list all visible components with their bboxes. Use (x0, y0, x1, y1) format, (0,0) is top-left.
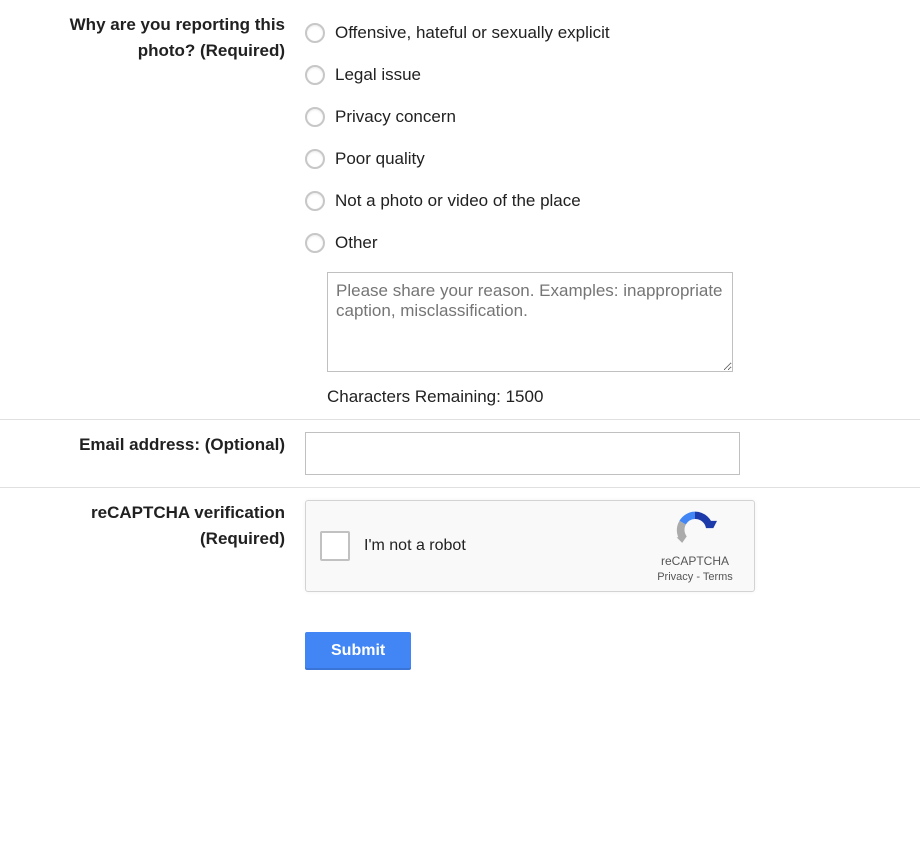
recaptcha-label-col: reCAPTCHA verification (Required) (0, 500, 305, 690)
email-input-col (305, 432, 920, 475)
recaptcha-brand: reCAPTCHA Privacy - Terms (650, 508, 740, 584)
reason-label: Why are you reporting this photo? (Requi… (40, 12, 285, 63)
email-input[interactable] (305, 432, 740, 475)
char-remaining-text: Characters Remaining: 1500 (327, 387, 880, 407)
submit-button[interactable]: Submit (305, 632, 411, 670)
recaptcha-section: reCAPTCHA verification (Required) I'm no… (0, 487, 920, 702)
radio-row-legal[interactable]: Legal issue (305, 54, 880, 96)
email-label: Email address: (Optional) (40, 432, 285, 458)
radio-offensive-label[interactable]: Offensive, hateful or sexually explicit (335, 23, 610, 43)
email-label-col: Email address: (Optional) (0, 432, 305, 475)
recaptcha-brand-text: reCAPTCHA (650, 554, 740, 570)
radio-quality[interactable] (305, 149, 325, 169)
radio-notaphoto[interactable] (305, 191, 325, 211)
radio-legal-label[interactable]: Legal issue (335, 65, 421, 85)
recaptcha-terms-link[interactable]: Terms (703, 571, 733, 583)
radio-notaphoto-label[interactable]: Not a photo or video of the place (335, 191, 581, 211)
reason-section: Why are you reporting this photo? (Requi… (0, 0, 920, 419)
radio-other-label[interactable]: Other (335, 233, 378, 253)
reason-label-col: Why are you reporting this photo? (Requi… (0, 12, 305, 407)
recaptcha-label: reCAPTCHA verification (Required) (40, 500, 285, 551)
recaptcha-input-col: I'm not a robot reCAPTCHA Privacy - Ter (305, 500, 920, 690)
recaptcha-privacy-link[interactable]: Privacy (657, 571, 693, 583)
other-reason-textarea[interactable] (327, 272, 733, 372)
radio-privacy[interactable] (305, 107, 325, 127)
radio-row-notaphoto[interactable]: Not a photo or video of the place (305, 180, 880, 222)
submit-row: Submit (305, 592, 880, 690)
radio-row-offensive[interactable]: Offensive, hateful or sexually explicit (305, 12, 880, 54)
radio-row-quality[interactable]: Poor quality (305, 138, 880, 180)
email-section: Email address: (Optional) (0, 419, 920, 487)
recaptcha-checkbox[interactable] (320, 531, 350, 561)
radio-offensive[interactable] (305, 23, 325, 43)
radio-legal[interactable] (305, 65, 325, 85)
radio-row-other[interactable]: Other (305, 222, 880, 264)
radio-other[interactable] (305, 233, 325, 253)
reason-input-col: Offensive, hateful or sexually explicit … (305, 12, 920, 407)
radio-quality-label[interactable]: Poor quality (335, 149, 425, 169)
recaptcha-checkbox-label: I'm not a robot (364, 537, 466, 555)
radio-row-privacy[interactable]: Privacy concern (305, 96, 880, 138)
recaptcha-icon (673, 508, 717, 552)
recaptcha-widget: I'm not a robot reCAPTCHA Privacy - Ter (305, 500, 755, 592)
radio-privacy-label[interactable]: Privacy concern (335, 107, 456, 127)
recaptcha-links: Privacy - Terms (650, 570, 740, 584)
